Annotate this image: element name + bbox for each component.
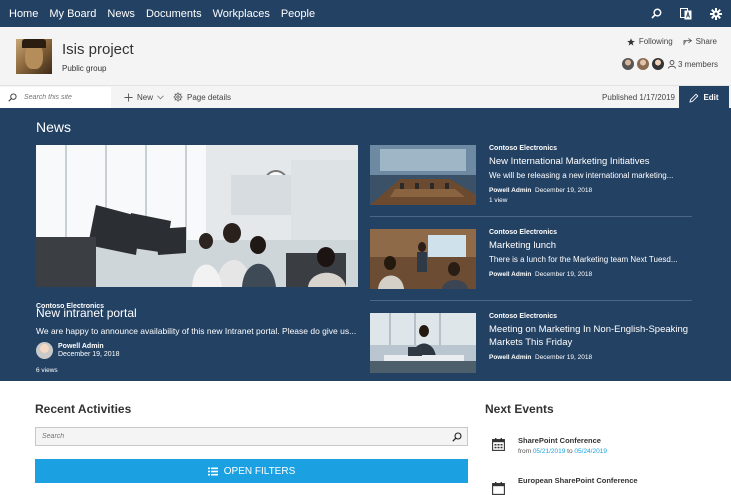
site-search-box[interactable] [0,87,111,108]
avatar [621,58,634,70]
members-button[interactable]: 3 members [621,58,718,70]
translate-icon[interactable] [671,0,701,27]
site-subtitle: Public group [62,64,107,73]
event-item[interactable]: European SharePoint Conference [492,476,712,495]
news-card[interactable]: Contoso Electronics New International Ma… [370,145,692,215]
news-card-headline[interactable]: New International Marketing Initiatives [489,155,692,168]
hero-news-description: We are happy to announce availability of… [36,326,357,336]
nav-item-people[interactable]: People [281,8,315,20]
recent-activities-search-input[interactable] [42,433,442,440]
nav-item-news[interactable]: News [107,8,135,20]
search-icon [8,93,17,102]
avatar [636,58,649,70]
news-card[interactable]: Contoso Electronics Meeting on Marketing… [370,313,692,383]
recent-activities-search[interactable] [35,427,468,446]
following-button[interactable]: Following [627,37,673,46]
published-status: Published 1/17/2019 [602,92,675,102]
news-card-byline: Powell Admin December 19, 2018 [489,354,593,361]
news-title: News [36,119,72,135]
event-title[interactable]: SharePoint Conference [518,436,601,445]
news-card-headline[interactable]: Meeting on Marketing In Non-English-Spea… [489,323,692,349]
gear-icon [173,92,183,102]
open-filters-button[interactable]: OPEN FILTERS [35,459,468,483]
news-card-byline: Powell Admin December 19, 2018 [489,187,593,194]
share-icon [683,37,692,45]
new-button[interactable]: New [124,86,168,108]
members-label: 3 members [677,59,718,69]
news-section: News Contoso Electronics New intranet po… [0,108,731,381]
list-icon [207,467,218,475]
author-date: December 19, 2018 [58,351,120,358]
search-icon [452,432,462,442]
news-card-image[interactable] [370,313,476,373]
news-card-views: 1 view [489,197,508,204]
author-name[interactable]: Powell Admin [58,343,119,350]
nav-item-workplaces[interactable]: Workplaces [213,8,270,20]
news-card-image[interactable] [370,145,476,205]
open-filters-label: OPEN FILTERS [223,465,296,477]
new-label: New [137,92,154,102]
plus-icon [124,92,133,102]
nav-item-documents[interactable]: Documents [146,8,202,20]
hero-news-author: Powell Admin December 19, 2018 [36,342,119,359]
chevron-down-icon [157,94,164,99]
next-events-title: Next Events [485,402,554,416]
gear-icon[interactable] [701,0,731,27]
news-card-headline[interactable]: Marketing lunch [489,239,692,252]
share-button[interactable]: Share [683,37,717,46]
edit-label: Edit [703,93,719,102]
hero-news-headline[interactable]: New intranet portal [36,306,137,320]
avatar [651,58,664,70]
divider [370,216,692,217]
site-search-input[interactable] [24,94,104,101]
star-icon [627,37,635,46]
page-details-label: Page details [187,92,232,102]
page-details-button[interactable]: Page details [173,86,231,108]
calendar-icon [492,482,505,495]
divider [370,300,692,301]
search-icon[interactable] [641,0,671,27]
site-logo[interactable] [16,39,52,74]
news-card-tag: Contoso Electronics [489,313,558,320]
hero-news-image[interactable] [36,145,358,287]
news-card-byline: Powell Admin December 19, 2018 [489,271,593,278]
news-card-description: There is a lunch for the Marketing team … [489,255,678,264]
news-card-image[interactable] [370,229,476,289]
recent-activities-title: Recent Activities [35,402,132,416]
edit-button[interactable]: Edit [679,86,729,109]
site-actions: Following Share [617,37,717,46]
news-card[interactable]: Contoso Electronics Marketing lunch Ther… [370,229,692,299]
calendar-icon [492,438,505,451]
event-dates: from 05/21/2019 to 05/24/2019 [518,448,607,455]
site-title[interactable]: Isis project [62,41,134,58]
news-card-tag: Contoso Electronics [489,229,558,236]
top-navigation-bar: Home My Board News Documents Workplaces … [0,0,731,27]
news-card-tag: Contoso Electronics [489,145,558,152]
command-bar: New Page details Published 1/17/2019 Edi… [0,85,731,109]
nav-item-home[interactable]: Home [9,8,38,20]
news-card-description: We will be releasing a new international… [489,171,674,180]
top-nav-actions [641,0,731,27]
person-icon [668,59,676,69]
site-header: Isis project Public group Following Shar… [0,27,731,85]
following-label: Following [638,37,673,46]
pencil-icon [689,93,699,103]
event-item[interactable]: SharePoint Conference from 05/21/2019 to… [492,436,712,466]
hero-news-views: 6 views [36,367,58,374]
share-label: Share [695,37,717,46]
nav-item-my-board[interactable]: My Board [49,8,96,20]
event-title[interactable]: European SharePoint Conference [518,476,638,485]
avatar [36,342,53,359]
